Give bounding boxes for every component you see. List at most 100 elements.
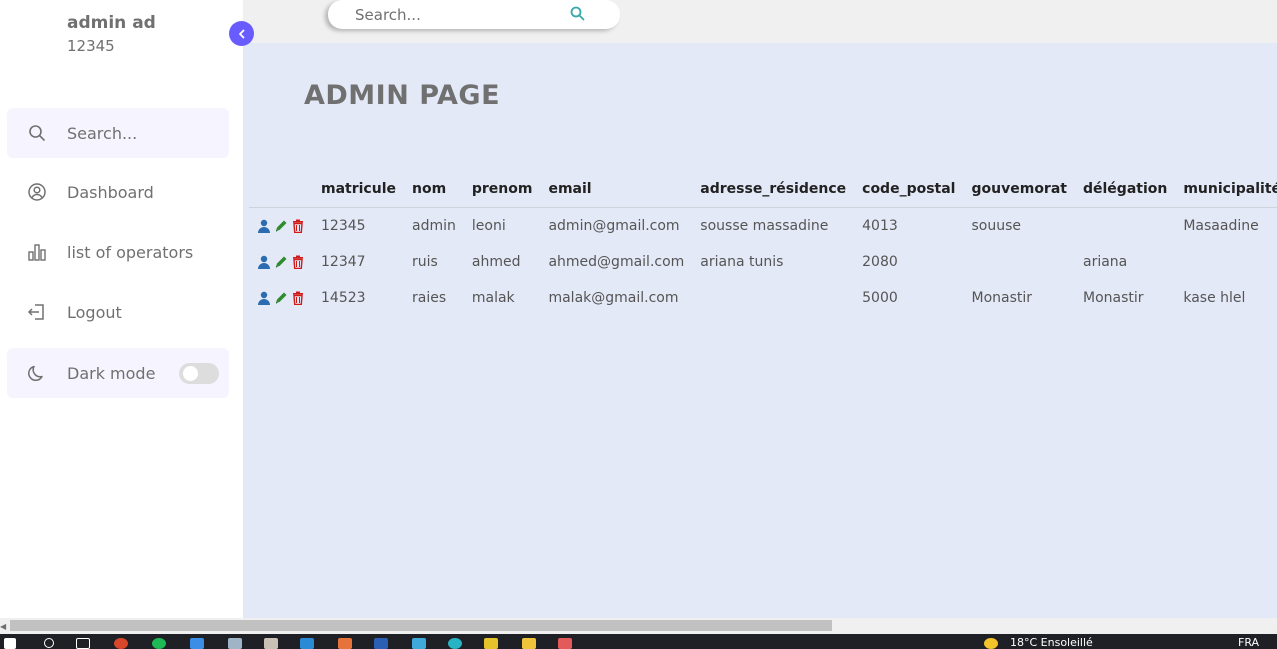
toggle-knob xyxy=(183,366,198,381)
table-row: 12347 ruis ahmed ahmed@gmail.com ariana … xyxy=(249,244,1277,281)
notepad-icon[interactable] xyxy=(228,638,242,649)
column-header: adresse_résidence xyxy=(692,171,855,208)
actions-column-header xyxy=(249,171,313,208)
cell-nom: admin xyxy=(412,217,456,234)
cell-gouvemorat xyxy=(964,244,1075,281)
column-header: délégation xyxy=(1074,171,1176,208)
vscode-icon[interactable] xyxy=(300,638,314,649)
column-header: code_postal xyxy=(854,171,964,208)
search-icon[interactable] xyxy=(44,638,54,648)
edit-pencil-icon[interactable] xyxy=(274,291,288,305)
dark-mode-row: Dark mode xyxy=(7,348,229,398)
column-header: nom xyxy=(404,171,464,208)
operators-table: matricule nom prenom email adresse_résid… xyxy=(249,171,1277,317)
column-header: municipalité xyxy=(1175,171,1277,208)
sidebar-item-label: Logout xyxy=(67,302,122,322)
page-title: ADMIN PAGE xyxy=(304,80,501,111)
word-icon[interactable] xyxy=(374,638,388,649)
cell-email: ahmed@gmail.com xyxy=(548,253,685,270)
cell-prenom: malak xyxy=(471,290,515,307)
sidebar-item-dashboard[interactable]: Dashboard xyxy=(7,167,229,217)
row-actions xyxy=(249,244,313,281)
edge-icon[interactable] xyxy=(448,638,462,649)
cell-adresse-residence: ariana tunis xyxy=(700,253,784,270)
app-icon[interactable] xyxy=(484,638,498,649)
taskbar: 18°C Ensoleillé FRA xyxy=(0,634,1277,649)
profile-id: 12345 xyxy=(67,37,115,55)
dark-mode-label: Dark mode xyxy=(67,363,156,383)
task-view-icon[interactable] xyxy=(76,638,90,649)
cell-gouvemorat: souuse xyxy=(971,217,1022,234)
cell-adresse-residence xyxy=(692,280,854,317)
sidebar-item-list-of-operators[interactable]: list of operators xyxy=(7,227,229,277)
cell-matricule: 12347 xyxy=(321,253,366,270)
top-search-input[interactable] xyxy=(355,5,565,24)
table-header-row: matricule nom prenom email adresse_résid… xyxy=(249,171,1277,208)
view-user-icon[interactable] xyxy=(257,219,271,233)
xampp-icon[interactable] xyxy=(338,638,352,649)
chrome-icon[interactable] xyxy=(114,638,128,649)
cell-code-postal: 5000 xyxy=(862,290,898,307)
search-icon[interactable] xyxy=(570,6,585,25)
table-row: 12345 admin leoni admin@gmail.com sousse… xyxy=(249,207,1277,244)
cell-nom: raies xyxy=(412,290,447,307)
sidebar-item-logout[interactable]: Logout xyxy=(7,287,229,337)
cell-adresse-residence: sousse massadine xyxy=(700,217,829,234)
sidebar-collapse-button[interactable] xyxy=(229,21,254,46)
windows-start-icon[interactable] xyxy=(4,638,16,649)
weather-sun-icon[interactable] xyxy=(984,638,998,649)
horizontal-scrollbar[interactable]: ◀ xyxy=(0,618,1277,634)
edit-pencil-icon[interactable] xyxy=(274,219,288,233)
cell-municipalite: Masaadine xyxy=(1183,217,1259,234)
scroll-left-arrow-icon[interactable]: ◀ xyxy=(0,622,6,631)
weather-text[interactable]: 18°C Ensoleillé xyxy=(1010,636,1093,649)
chevron-left-icon xyxy=(238,29,244,38)
dashboard-icon xyxy=(7,182,67,202)
cell-matricule: 12345 xyxy=(321,217,366,234)
row-actions xyxy=(249,207,313,244)
column-header: matricule xyxy=(313,171,404,208)
delete-trash-icon[interactable] xyxy=(291,291,305,306)
app-icon[interactable] xyxy=(412,638,426,649)
dark-mode-toggle[interactable] xyxy=(179,363,219,384)
cell-prenom: ahmed xyxy=(471,253,521,270)
column-header: email xyxy=(540,171,693,208)
table-row: 14523 raies malak malak@gmail.com 5000 M… xyxy=(249,280,1277,317)
sidebar-search-input[interactable] xyxy=(67,123,217,143)
delete-trash-icon[interactable] xyxy=(291,219,305,233)
cell-code-postal: 4013 xyxy=(862,217,898,234)
sidebar-item-label: list of operators xyxy=(67,242,194,262)
cell-code-postal: 2080 xyxy=(862,253,898,270)
cell-municipalite: kase hlel xyxy=(1183,290,1246,307)
cell-nom: ruis xyxy=(412,253,438,270)
bar-chart-icon xyxy=(7,242,67,262)
cell-email: malak@gmail.com xyxy=(548,290,679,307)
column-header: prenom xyxy=(463,171,541,208)
scrollbar-thumb[interactable] xyxy=(10,620,832,631)
app-icon[interactable] xyxy=(190,638,204,649)
cell-matricule: 14523 xyxy=(321,290,366,307)
view-user-icon[interactable] xyxy=(257,291,271,306)
language-indicator[interactable]: FRA xyxy=(1238,636,1259,649)
profile-name: admin ad xyxy=(67,13,156,33)
view-user-icon[interactable] xyxy=(257,255,271,269)
cell-email: admin@gmail.com xyxy=(548,217,680,234)
cell-delegation: ariana xyxy=(1082,253,1128,270)
sidebar-search-box[interactable] xyxy=(7,108,229,158)
sidebar: admin ad 12345 Dashboard list of operato… xyxy=(0,0,243,618)
spotify-icon[interactable] xyxy=(152,638,166,649)
paint-icon[interactable] xyxy=(264,638,278,649)
moon-icon xyxy=(7,363,67,383)
row-actions xyxy=(249,280,313,317)
app-icon[interactable] xyxy=(558,638,572,649)
search-icon xyxy=(7,124,67,142)
logout-icon xyxy=(7,302,67,322)
top-search-box[interactable] xyxy=(328,0,620,29)
file-explorer-icon[interactable] xyxy=(522,638,536,649)
sidebar-item-label: Dashboard xyxy=(67,182,154,202)
cell-delegation xyxy=(1075,207,1175,244)
cell-delegation: Monastir xyxy=(1082,290,1144,307)
delete-trash-icon[interactable] xyxy=(291,255,305,269)
edit-pencil-icon[interactable] xyxy=(274,255,288,269)
cell-gouvemorat: Monastir xyxy=(971,290,1033,307)
